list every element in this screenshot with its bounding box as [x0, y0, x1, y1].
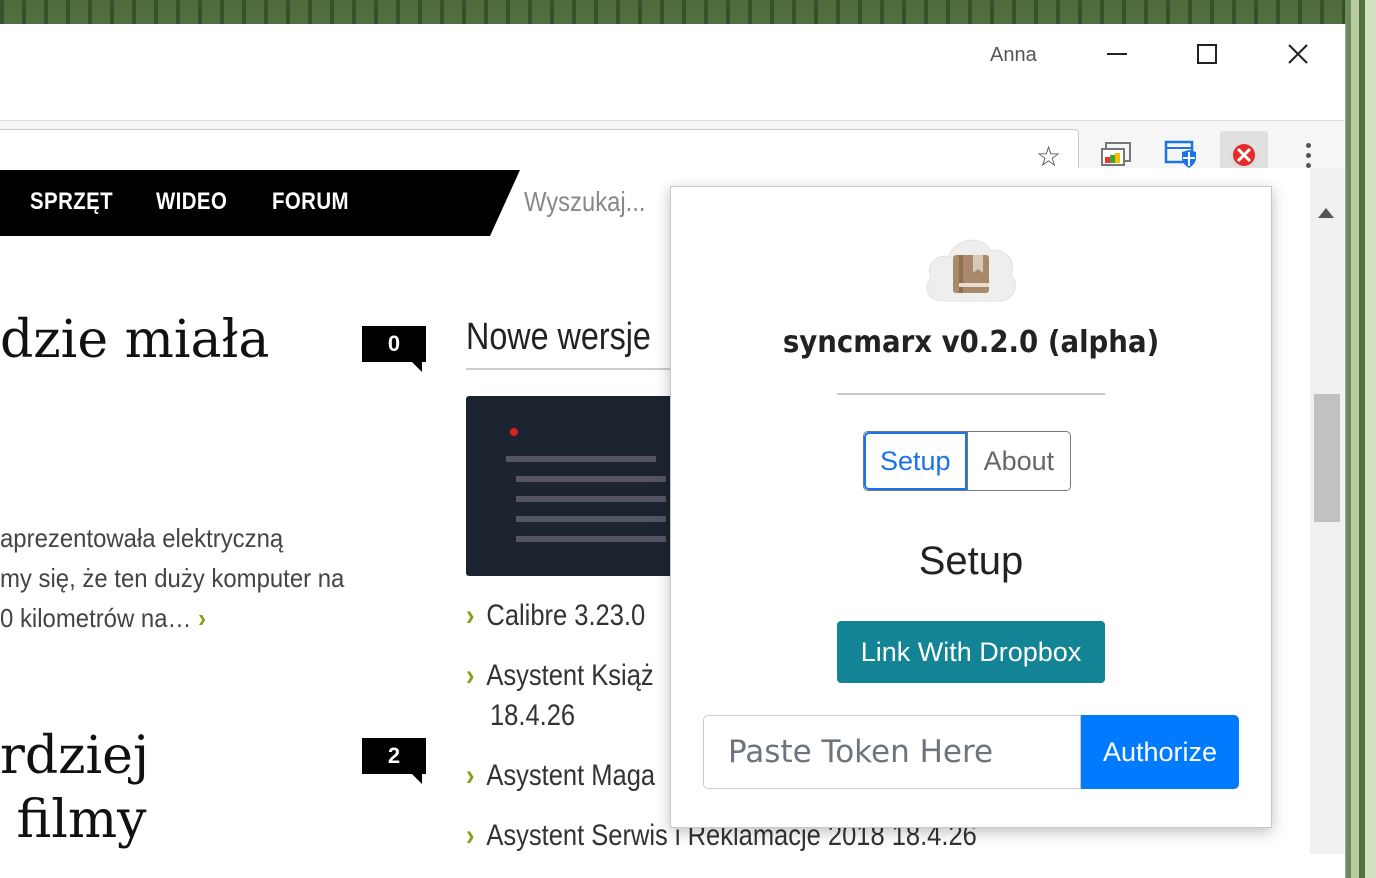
nav-link-wideo[interactable]: WIDEO [156, 188, 227, 216]
nav-link-sprzet[interactable]: SPRZĘT [30, 188, 113, 216]
article-title-line: rdziej [0, 726, 150, 786]
more-dot-icon [1305, 152, 1311, 158]
sidebar-list-item[interactable]: › Asystent Maga [466, 756, 655, 796]
thumbnail-alert-dot [510, 428, 518, 436]
popup-divider [837, 393, 1105, 395]
popup-tabs: Setup About [863, 431, 1072, 491]
article-title[interactable]: dzie miała [0, 308, 269, 372]
close-icon [1288, 44, 1308, 64]
sidebar-item-label: Asystent Książ [486, 659, 654, 692]
close-button[interactable] [1273, 36, 1323, 72]
sidebar-thumbnail[interactable] [466, 396, 676, 576]
syncmarx-popup: syncmarx v0.2.0 (alpha) Setup About Setu… [670, 186, 1272, 828]
scroll-up-arrow-icon[interactable] [1318, 208, 1334, 218]
article-title-line: filmy [0, 790, 147, 850]
chevron-right-icon: › [466, 819, 475, 852]
sidebar-item-label: Asystent Maga [486, 759, 656, 792]
site-search-input[interactable]: Wyszukaj... [524, 186, 645, 218]
tab-setup[interactable]: Setup [864, 432, 967, 490]
syncmarx-cloud-book-icon [926, 239, 1016, 302]
sidebar-item-label: Calibre 3.23.0 [486, 599, 646, 632]
article-title[interactable]: rdziej filmy [0, 724, 149, 852]
page-scrollbar[interactable] [1310, 168, 1345, 854]
title-bar: Anna [0, 24, 1345, 120]
minimize-icon [1107, 53, 1127, 55]
section-heading: Setup [918, 539, 1024, 583]
authorize-button[interactable]: Authorize [1081, 715, 1239, 789]
excerpt-line: 0 kilometrów na… › [0, 598, 344, 638]
maximize-icon [1197, 44, 1217, 64]
thumbnail-row [516, 476, 666, 482]
cast-icon [1101, 142, 1131, 166]
more-dot-icon [1305, 162, 1311, 168]
read-more-chevron-icon[interactable]: › [198, 603, 206, 633]
sidebar-list-item[interactable]: › Calibre 3.23.0 [466, 596, 645, 636]
star-icon[interactable]: ☆ [1036, 143, 1061, 171]
sidebar-item-label-continued[interactable]: 18.4.26 [490, 696, 575, 736]
article-excerpt: aprezentowała elektryczną my się, że ten… [0, 518, 344, 638]
token-input[interactable] [703, 715, 1081, 789]
sidebar-divider [466, 368, 676, 370]
thumbnail-row [516, 496, 666, 502]
comment-count-badge[interactable]: 2 [362, 738, 426, 784]
sidebar-heading: Nowe wersje [466, 316, 651, 358]
more-dot-icon [1305, 142, 1311, 148]
tab-about[interactable]: About [966, 432, 1071, 490]
scrollbar-thumb[interactable] [1314, 394, 1340, 522]
excerpt-line-text: 0 kilometrów na… [0, 603, 192, 633]
nav-link-forum[interactable]: FORUM [272, 188, 349, 216]
chevron-right-icon: › [466, 759, 475, 792]
thumbnail-row [516, 516, 666, 522]
thumbnail-row [506, 456, 656, 462]
excerpt-line: my się, że ten duży komputer na [0, 563, 345, 593]
syncmarx-error-icon [1228, 144, 1260, 168]
chevron-right-icon: › [466, 659, 475, 692]
thumbnail-row [516, 536, 666, 542]
chevron-right-icon: › [466, 599, 475, 632]
desktop-wallpaper-edge [1345, 0, 1376, 878]
minimize-button[interactable] [1092, 36, 1142, 72]
comment-count-badge[interactable]: 0 [362, 326, 426, 372]
excerpt-line: aprezentowała elektryczną [0, 523, 284, 553]
shield-grid-icon [1164, 140, 1196, 168]
link-with-dropbox-button[interactable]: Link With Dropbox [837, 621, 1105, 683]
maximize-button[interactable] [1182, 36, 1232, 72]
profile-name[interactable]: Anna [990, 44, 1037, 67]
popup-title: syncmarx v0.2.0 (alpha) [782, 325, 1160, 360]
sidebar-list-item[interactable]: › Asystent Książ [466, 656, 654, 696]
